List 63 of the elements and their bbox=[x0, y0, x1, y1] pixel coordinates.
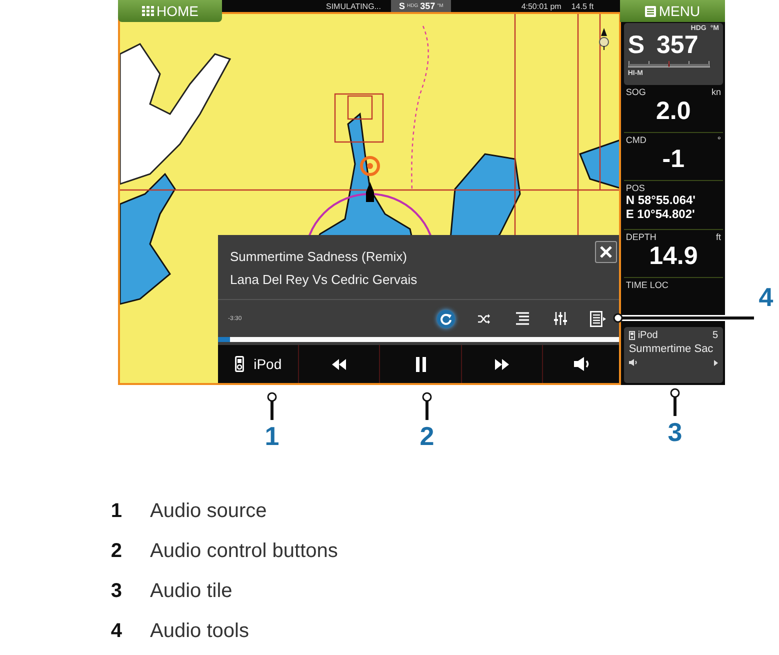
track-title: Summertime Sac bbox=[628, 343, 714, 355]
callout-number: 4 bbox=[758, 282, 774, 313]
ipod-icon bbox=[628, 331, 635, 340]
data-label: DEPTH bbox=[626, 232, 656, 242]
data-label: POS bbox=[626, 183, 645, 193]
data-value: 2.0 bbox=[655, 97, 692, 125]
equalizer-icon bbox=[554, 312, 566, 325]
speaker-icon[interactable] bbox=[628, 359, 638, 366]
callout-number: 2 bbox=[418, 421, 436, 452]
waypoint-icon bbox=[359, 155, 381, 177]
heading-value: 357 bbox=[420, 1, 436, 11]
data-unit: ° bbox=[717, 135, 721, 145]
grid-icon bbox=[142, 6, 154, 16]
home-button[interactable]: HOME bbox=[118, 0, 222, 22]
legend-number: 2 bbox=[110, 540, 122, 563]
depth-text: 14.5 ft bbox=[571, 2, 594, 10]
speaker-icon bbox=[574, 357, 592, 371]
legend-text: Audio tile bbox=[150, 580, 232, 603]
callout-number: 1 bbox=[264, 421, 280, 452]
fast-forward-icon bbox=[494, 358, 509, 370]
heading-direction: S bbox=[628, 32, 645, 58]
audio-tile[interactable]: iPod 5 Summertime Sac bbox=[624, 327, 723, 383]
north-arrow-icon bbox=[598, 28, 609, 50]
data-label: CMD bbox=[626, 135, 646, 145]
rewind-icon bbox=[332, 358, 346, 370]
list-icon bbox=[516, 312, 528, 325]
data-unit: ft bbox=[716, 232, 721, 242]
track-number: 5 bbox=[712, 330, 718, 341]
legend-text: Audio source bbox=[150, 500, 267, 523]
legend-text: Audio control buttons bbox=[150, 540, 338, 563]
data-value: 14.9 bbox=[648, 242, 699, 270]
play-icon[interactable] bbox=[714, 360, 718, 366]
close-button[interactable] bbox=[595, 241, 617, 263]
legend-number: 3 bbox=[110, 580, 122, 603]
vessel-icon bbox=[366, 182, 374, 202]
source-label: iPod bbox=[638, 330, 658, 341]
data-unit: kn bbox=[711, 87, 721, 97]
track-title: Summertime Sadness (Remix) bbox=[230, 249, 408, 264]
status-text: SIMULATING... bbox=[326, 2, 381, 10]
time-text: 4:50:01 pm bbox=[521, 2, 562, 10]
data-label: SOG bbox=[626, 87, 646, 97]
legend-number: 1 bbox=[110, 500, 122, 523]
pause-icon bbox=[416, 356, 426, 372]
menu-icon bbox=[644, 6, 656, 16]
data-label: TIME LOC bbox=[626, 280, 668, 290]
artist-name: Lana Del Rey Vs Cedric Gervais bbox=[230, 272, 418, 287]
heading-value: 357 bbox=[656, 32, 698, 58]
leader-line bbox=[421, 392, 433, 420]
close-icon bbox=[600, 246, 612, 258]
legend-text: Audio tools bbox=[150, 620, 249, 643]
repeat-icon bbox=[437, 310, 455, 328]
leader-line bbox=[669, 388, 681, 416]
legend-number: 4 bbox=[110, 620, 122, 643]
position-value: E 10°54.802' bbox=[626, 207, 696, 221]
ipod-icon bbox=[234, 356, 244, 372]
callout-number: 3 bbox=[666, 417, 684, 448]
leader-line bbox=[266, 392, 278, 420]
list-menu-icon bbox=[590, 310, 606, 326]
position-value: N 58°55.064' bbox=[626, 193, 697, 207]
data-value: -1 bbox=[661, 145, 686, 173]
heading-direction: S bbox=[398, 1, 405, 11]
menu-button[interactable]: MENU bbox=[620, 0, 725, 22]
shuffle-icon bbox=[478, 314, 490, 324]
